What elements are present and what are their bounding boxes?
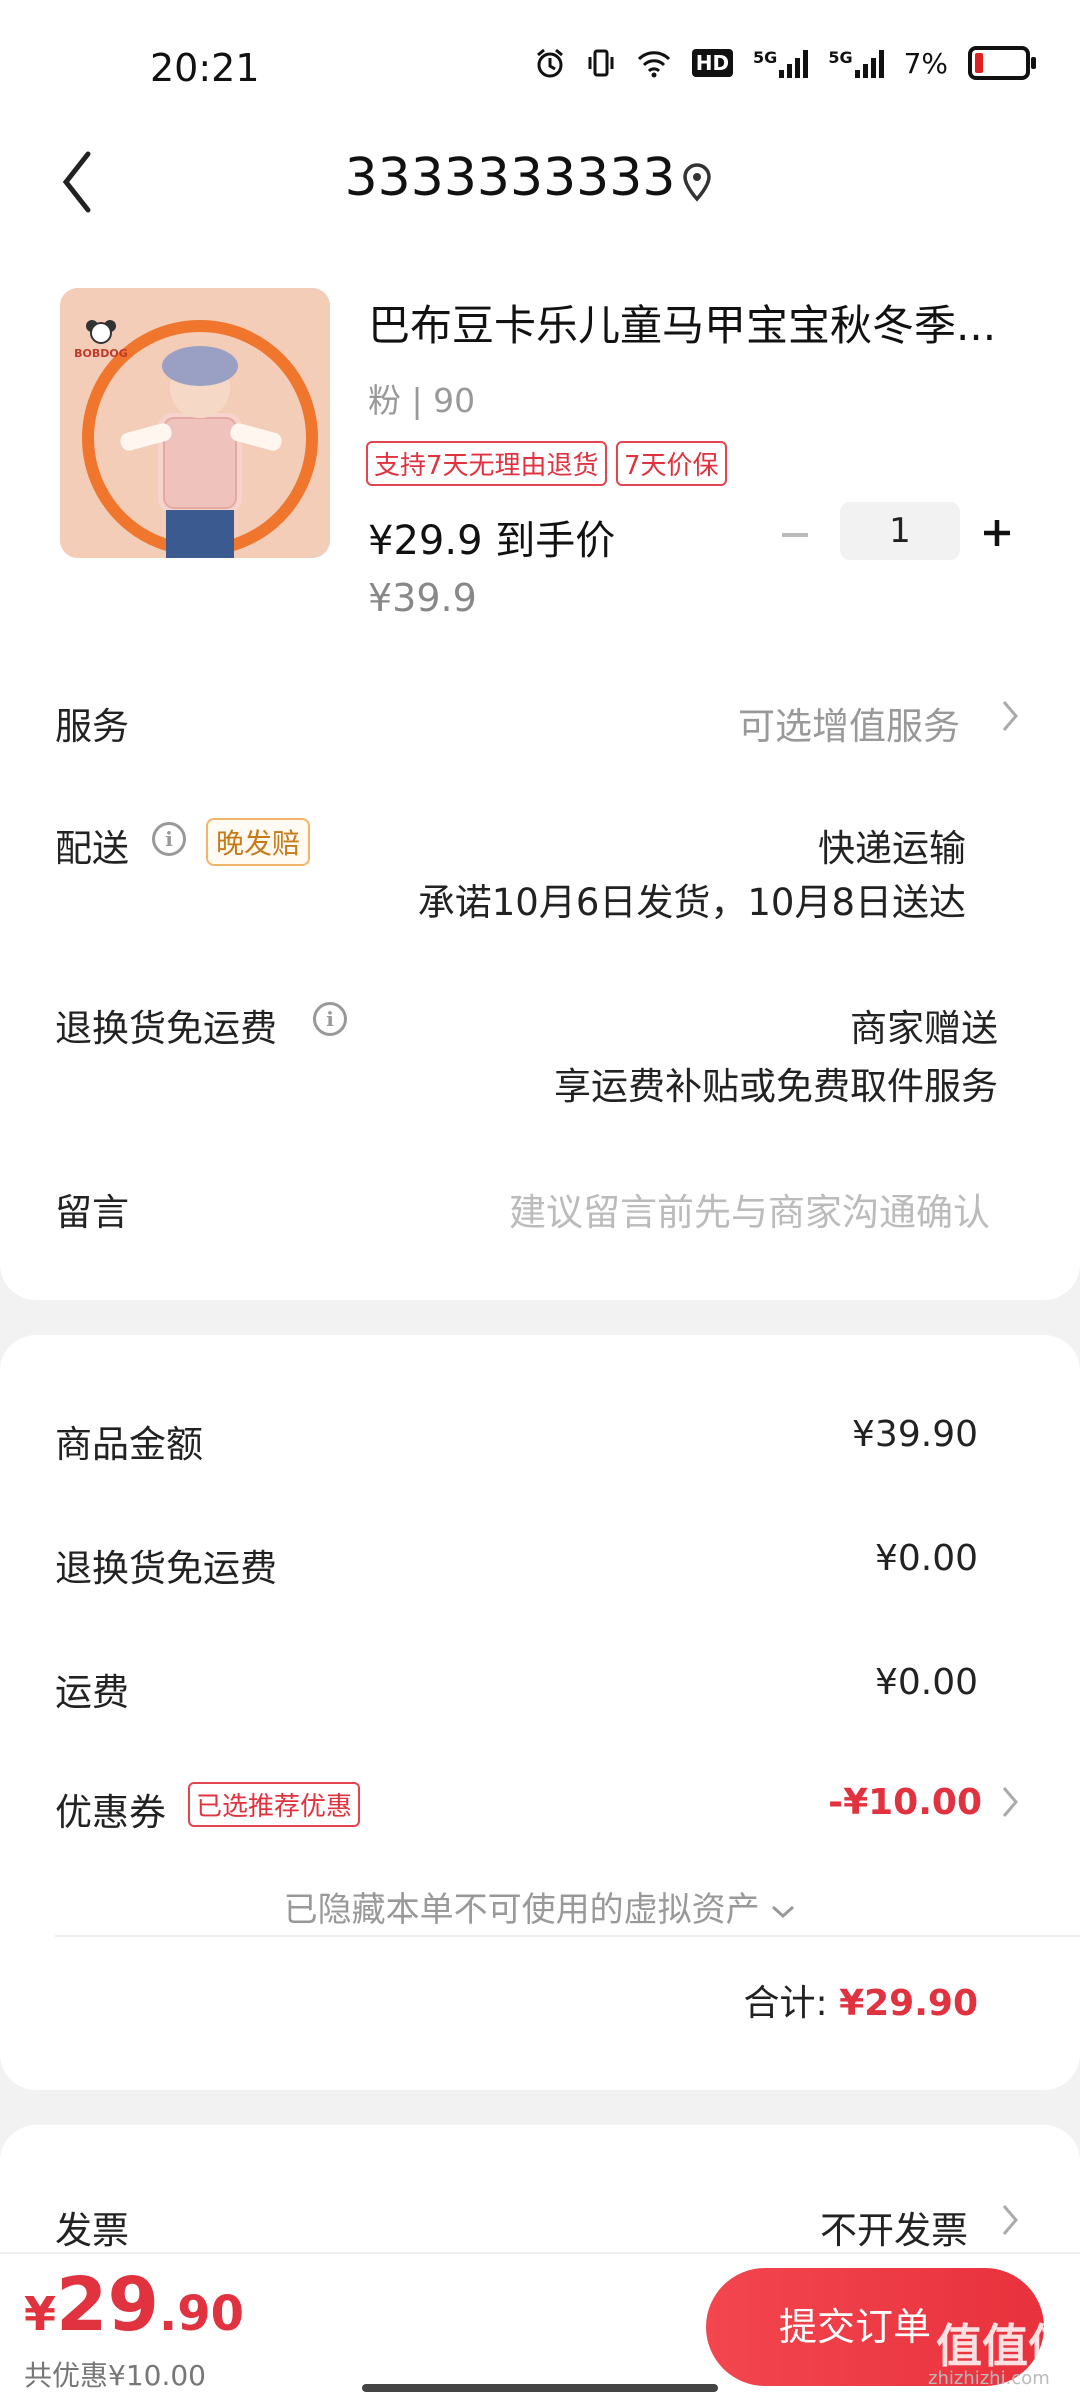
hd-badge: HD bbox=[691, 49, 734, 77]
bottom-discount: 共优惠¥10.00 bbox=[24, 2359, 206, 2392]
status-time: 20:21 bbox=[150, 46, 260, 90]
total-value: ¥29.90 bbox=[839, 1983, 978, 2024]
battery-icon bbox=[968, 46, 1036, 80]
coupon-label: 优惠券 bbox=[55, 1791, 166, 1834]
vibrate-icon bbox=[588, 49, 614, 77]
watermark: 值值值 bbox=[936, 2319, 1074, 2373]
invoice-label: 发票 bbox=[55, 2209, 129, 2252]
return-fee-label: 退换货免运费 bbox=[55, 1547, 277, 1590]
return-fee-value: ¥0.00 bbox=[874, 1538, 978, 1579]
delivery-method[interactable]: 快递运输 bbox=[818, 818, 966, 872]
plus-icon bbox=[984, 520, 1010, 546]
service-label: 服务 bbox=[55, 705, 129, 748]
product-title[interactable]: 巴布豆卡乐儿童马甲宝宝秋冬季... bbox=[368, 292, 1008, 353]
shipping-fee-label: 运费 bbox=[55, 1671, 129, 1714]
battery-percent: 7% bbox=[903, 46, 948, 80]
message-input[interactable]: 建议留言前先与商家沟通确认 bbox=[509, 1182, 990, 1236]
quantity-increase-button[interactable] bbox=[980, 504, 1014, 562]
coupon-value[interactable]: -¥10.00 bbox=[828, 1782, 982, 1823]
info-icon[interactable]: i bbox=[313, 1002, 347, 1036]
original-price: ¥39.9 bbox=[368, 576, 477, 620]
brand-logo: BOBDOG bbox=[66, 318, 136, 360]
invoice-value[interactable]: 不开发票 bbox=[820, 2200, 968, 2254]
total-row: 合计: ¥29.90 bbox=[743, 1974, 978, 2026]
delivery-label: 配送 bbox=[55, 827, 129, 870]
chevron-right-icon[interactable] bbox=[1000, 698, 1020, 738]
message-label: 留言 bbox=[55, 1191, 129, 1234]
bottom-total-price: ¥29.90 bbox=[24, 2262, 245, 2348]
return-shipping-value: 商家赠送 bbox=[850, 1007, 998, 1050]
goods-amount-value: ¥39.90 bbox=[852, 1414, 978, 1455]
service-value[interactable]: 可选增值服务 bbox=[738, 696, 960, 750]
price-protect-tag: 7天价保 bbox=[616, 441, 727, 486]
chevron-right-icon[interactable] bbox=[1000, 2202, 1020, 2242]
chevron-down-icon bbox=[772, 1905, 795, 1919]
goods-amount-label: 商品金额 bbox=[55, 1423, 203, 1466]
hidden-assets-toggle[interactable]: 已隐藏本单不可使用的虚拟资产 bbox=[0, 1882, 1080, 1931]
quantity-input[interactable]: 1 bbox=[840, 502, 960, 560]
return-policy-tag: 支持7天无理由退货 bbox=[366, 441, 607, 486]
product-spec[interactable]: 粉 | 90 bbox=[368, 374, 475, 422]
return-shipping-label: 退换货免运费 bbox=[55, 1007, 277, 1050]
final-price: ¥29.9 到手价 bbox=[368, 518, 616, 564]
home-indicator[interactable] bbox=[362, 2384, 718, 2392]
product-image[interactable]: BOBDOG bbox=[60, 288, 330, 558]
alarm-icon bbox=[536, 48, 563, 78]
watermark-url: zhizhizhi.com bbox=[928, 2368, 1050, 2389]
late-delivery-badge: 晚发赔 bbox=[206, 818, 311, 866]
page-title[interactable]: 3333333333 bbox=[0, 148, 1080, 208]
signal-2: 5G bbox=[828, 48, 884, 78]
signal-bars-icon bbox=[779, 48, 809, 78]
chevron-right-icon[interactable] bbox=[1000, 1784, 1020, 1824]
status-icons: HD 5G 5G 7% bbox=[534, 46, 1036, 80]
return-shipping-detail: 享运费补贴或免费取件服务 bbox=[554, 1065, 998, 1108]
quantity-decrease-button[interactable] bbox=[778, 512, 812, 563]
delivery-promise: 承诺10月6日发货，10月8日送达 bbox=[417, 881, 966, 924]
wifi-icon bbox=[637, 51, 670, 78]
location-pin-icon[interactable] bbox=[680, 162, 714, 206]
shipping-fee-value: ¥0.00 bbox=[874, 1662, 978, 1703]
coupon-recommended-badge: 已选推荐优惠 bbox=[188, 1782, 361, 1827]
total-label: 合计: bbox=[743, 1983, 828, 2024]
info-icon[interactable]: i bbox=[152, 822, 186, 856]
signal-bars-icon bbox=[854, 48, 884, 78]
minus-icon bbox=[782, 533, 808, 537]
divider bbox=[55, 1935, 1080, 1937]
signal-1: 5G bbox=[753, 48, 809, 78]
